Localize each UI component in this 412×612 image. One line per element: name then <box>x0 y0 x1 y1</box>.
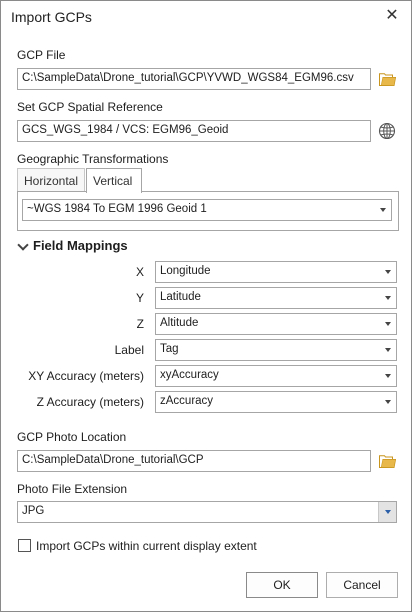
field-z-value: Altitude <box>160 317 199 329</box>
field-xy-accuracy-label: XY Accuracy (meters) <box>28 369 144 383</box>
field-label-label: Label <box>114 343 144 357</box>
import-gcps-dialog: Import GCPs ✕ GCP File C:\SampleData\Dro… <box>0 0 412 612</box>
photo-extension-select[interactable]: JPG <box>17 501 397 523</box>
field-z-accuracy-label: Z Accuracy (meters) <box>36 395 144 409</box>
cancel-button[interactable]: Cancel <box>326 572 398 598</box>
vertical-transformation-value: ~WGS 1984 To EGM 1996 Geoid 1 <box>27 203 207 215</box>
field-x-label: X <box>135 265 144 279</box>
close-icon[interactable]: ✕ <box>383 7 401 25</box>
photo-extension-label: Photo File Extension <box>17 482 128 496</box>
dialog-title: Import GCPs <box>11 9 92 25</box>
ok-button[interactable]: OK <box>246 572 318 598</box>
chevron-down-icon <box>385 400 391 404</box>
transformations-label: Geographic Transformations <box>17 152 169 166</box>
field-label-select[interactable]: Tag <box>155 339 397 361</box>
field-mappings-header[interactable]: Field Mappings <box>17 238 128 253</box>
gcp-file-input[interactable]: C:\SampleData\Drone_tutorial\GCP\YVWD_WG… <box>17 68 371 90</box>
field-z-label: Z <box>136 317 144 331</box>
field-y-value: Latitude <box>160 291 201 303</box>
field-y-select[interactable]: Latitude <box>155 287 397 309</box>
chevron-down-icon <box>385 322 391 326</box>
field-xy-accuracy-select[interactable]: xyAccuracy <box>155 365 397 387</box>
field-mappings-title: Field Mappings <box>33 238 128 253</box>
globe-icon <box>378 122 396 140</box>
chevron-down-icon <box>380 208 386 212</box>
field-x-value: Longitude <box>160 265 211 277</box>
field-y-label: Y <box>135 291 144 305</box>
spatial-reference-input[interactable]: GCS_WGS_1984 / VCS: EGM96_Geoid <box>17 120 371 142</box>
browse-gcp-file-button[interactable] <box>376 68 398 90</box>
chevron-down-icon <box>385 374 391 378</box>
field-x-select[interactable]: Longitude <box>155 261 397 283</box>
browse-photo-location-button[interactable] <box>376 450 398 472</box>
field-z-select[interactable]: Altitude <box>155 313 397 335</box>
photo-location-input[interactable]: C:\SampleData\Drone_tutorial\GCP <box>17 450 371 472</box>
photo-location-label: GCP Photo Location <box>17 430 127 444</box>
spatial-reference-label: Set GCP Spatial Reference <box>17 100 163 114</box>
field-z-accuracy-value: zAccuracy <box>160 395 214 407</box>
field-z-accuracy-select[interactable]: zAccuracy <box>155 391 397 413</box>
field-label-value: Tag <box>160 343 179 355</box>
extent-checkbox-label: Import GCPs within current display exten… <box>36 539 257 553</box>
folder-icon <box>378 72 396 86</box>
title-bar: Import GCPs ✕ <box>1 1 411 33</box>
chevron-down-icon <box>384 510 391 514</box>
chevron-down-icon <box>17 239 29 251</box>
tab-vertical[interactable]: Vertical <box>86 168 142 193</box>
photo-extension-dropdown-button[interactable] <box>378 502 396 522</box>
field-xy-accuracy-value: xyAccuracy <box>160 369 219 381</box>
select-coordinate-system-button[interactable] <box>376 120 398 142</box>
gcp-file-label: GCP File <box>17 48 66 62</box>
tab-horizontal[interactable]: Horizontal <box>17 168 85 192</box>
chevron-down-icon <box>385 348 391 352</box>
extent-checkbox[interactable] <box>18 539 31 552</box>
vertical-transformation-select[interactable]: ~WGS 1984 To EGM 1996 Geoid 1 <box>22 199 392 221</box>
folder-icon <box>378 454 396 468</box>
chevron-down-icon <box>385 296 391 300</box>
chevron-down-icon <box>385 270 391 274</box>
transformation-tab-panel: ~WGS 1984 To EGM 1996 Geoid 1 <box>17 191 399 231</box>
photo-extension-value: JPG <box>22 505 45 517</box>
